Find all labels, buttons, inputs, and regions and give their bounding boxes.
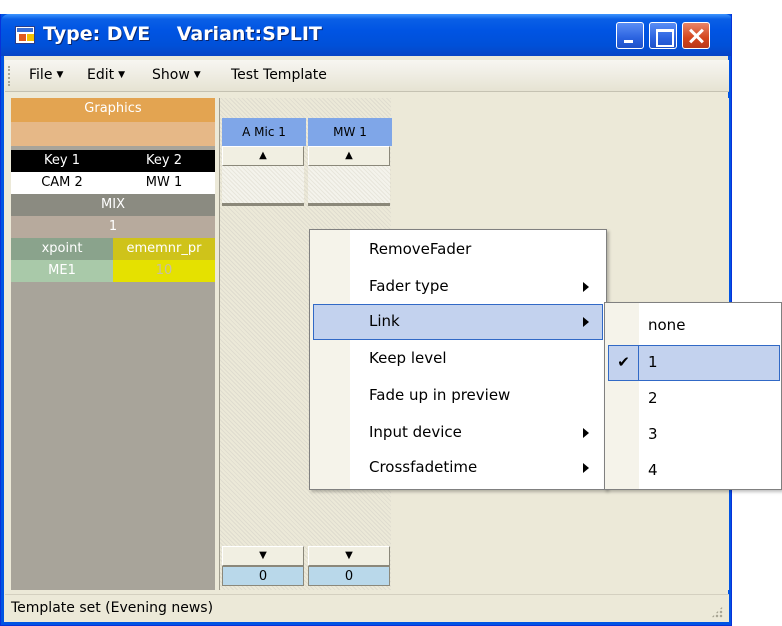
mix-label[interactable]: MIX (11, 194, 215, 216)
window-title: Type: DVE Variant:SPLIT (43, 23, 322, 45)
menu-item-fader-type[interactable]: Fader type (313, 269, 603, 305)
submenu-arrow-icon (583, 317, 589, 327)
menu-item-input-device[interactable]: Input device (313, 415, 603, 451)
context-menu: RemoveFader Fader type Link Keep level F… (309, 229, 607, 490)
menu-show[interactable]: Show ▼ (152, 67, 201, 83)
submenu-arrow-icon (583, 463, 589, 473)
menu-item-remove-fader[interactable]: RemoveFader (313, 232, 603, 268)
mix-value[interactable]: 1 (11, 216, 215, 238)
arrow-up-icon: ▲ (259, 150, 267, 161)
dropdown-arrow-icon: ▼ (56, 70, 64, 80)
xpoint-label[interactable]: xpoint (11, 238, 113, 260)
app-icon (15, 26, 35, 44)
fader-down-button[interactable]: ▼ (308, 546, 390, 566)
fader-name[interactable]: MW 1 (308, 118, 392, 146)
key1-value[interactable]: CAM 2 (11, 172, 113, 194)
ememnr-value[interactable]: 10 (113, 260, 215, 282)
dropdown-arrow-icon: ▼ (118, 70, 126, 80)
ememnr-label[interactable]: ememnr_pr (113, 238, 215, 260)
fader-value: 0 (308, 566, 390, 586)
fader-name[interactable]: A Mic 1 (222, 118, 306, 146)
link-option-2[interactable]: 2 (608, 381, 780, 417)
link-option-none[interactable]: none (608, 308, 780, 344)
graphics-header[interactable]: Graphics (11, 98, 215, 122)
link-option-4[interactable]: 4 (608, 453, 780, 489)
arrow-up-icon: ▲ (345, 150, 353, 161)
graphics-band[interactable] (11, 122, 215, 146)
key1-label[interactable]: Key 1 (11, 150, 113, 172)
fader-value: 0 (222, 566, 304, 586)
close-button[interactable] (682, 22, 710, 49)
menu-item-fade-up-preview[interactable]: Fade up in preview (313, 378, 603, 414)
menu-item-keep-level[interactable]: Keep level (313, 341, 603, 377)
menu-item-crossfadetime[interactable]: Crossfadetime (313, 450, 603, 486)
arrow-down-icon: ▼ (345, 550, 353, 561)
title-bar[interactable]: Type: DVE Variant:SPLIT (1, 14, 731, 56)
checkmark-icon: ✔ (609, 346, 639, 380)
resize-grip-icon[interactable] (711, 606, 723, 618)
status-text: Template set (Evening news) (11, 600, 214, 616)
key2-label[interactable]: Key 2 (113, 150, 215, 172)
fader-track[interactable] (222, 166, 304, 206)
status-bar: Template set (Evening news) (5, 594, 729, 622)
xpoint-value[interactable]: ME1 (11, 260, 113, 282)
toolbar-grip-icon[interactable] (8, 66, 11, 86)
link-submenu: none ✔ 1 2 3 4 (604, 302, 782, 490)
fader-up-button[interactable]: ▲ (222, 146, 304, 166)
menu-test-template[interactable]: Test Template (231, 67, 327, 83)
arrow-down-icon: ▼ (259, 550, 267, 561)
link-option-1[interactable]: ✔ 1 (608, 345, 780, 381)
maximize-button[interactable] (649, 22, 677, 49)
menu-item-link[interactable]: Link (313, 304, 603, 340)
submenu-arrow-icon (583, 428, 589, 438)
menu-edit[interactable]: Edit ▼ (87, 67, 125, 83)
fader-channel: A Mic 1 ▲ ▼ 0 (222, 118, 306, 590)
fader-track[interactable] (308, 166, 390, 206)
menu-file[interactable]: File ▼ (29, 67, 63, 83)
dropdown-arrow-icon: ▼ (193, 70, 201, 80)
submenu-arrow-icon (583, 282, 589, 292)
menu-bar: File ▼ Edit ▼ Show ▼ Test Template (5, 60, 729, 92)
link-option-3[interactable]: 3 (608, 417, 780, 453)
graphics-panel: Graphics Key 1 Key 2 CAM 2 MW 1 MIX 1 xp… (11, 98, 215, 590)
minimize-button[interactable] (616, 22, 644, 49)
fader-down-button[interactable]: ▼ (222, 546, 304, 566)
key2-value[interactable]: MW 1 (113, 172, 215, 194)
fader-up-button[interactable]: ▲ (308, 146, 390, 166)
